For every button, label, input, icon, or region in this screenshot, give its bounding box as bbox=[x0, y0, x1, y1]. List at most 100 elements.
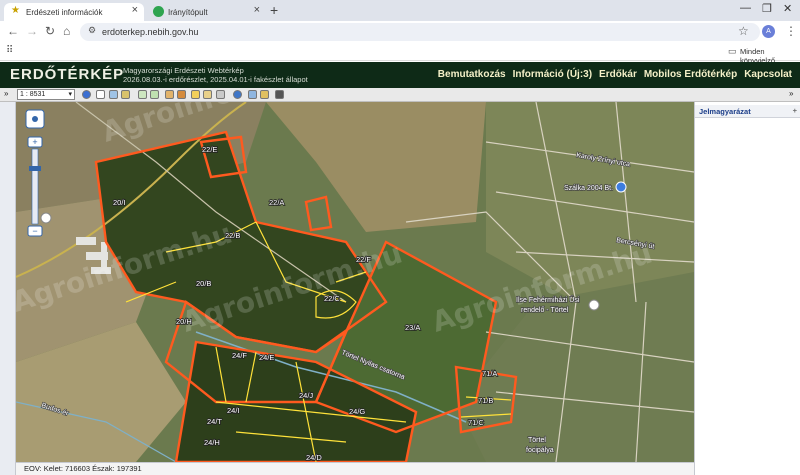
home-icon[interactable]: ⌂ bbox=[63, 24, 70, 38]
tab-title: Irányítópult bbox=[168, 7, 208, 17]
camera-icon[interactable] bbox=[275, 90, 284, 99]
zoom-slider-handle[interactable] bbox=[29, 166, 41, 171]
parcel-label[interactable]: 23/A bbox=[404, 322, 421, 333]
avatar[interactable]: A bbox=[762, 25, 775, 38]
home-extent-icon[interactable] bbox=[191, 90, 200, 99]
place-label: focipálya bbox=[526, 447, 554, 454]
parcel-label[interactable]: 71/A bbox=[481, 368, 498, 379]
parcel-label[interactable]: 24/F bbox=[231, 350, 248, 361]
location-pin-icon[interactable] bbox=[588, 299, 600, 311]
parcel-label[interactable]: 24/H bbox=[203, 437, 220, 448]
legend-panel: Jelmagyarázat + bbox=[694, 102, 800, 475]
star-favicon-icon: ★ bbox=[11, 5, 20, 16]
nav-kapcsolat[interactable]: Kapcsolat bbox=[744, 69, 792, 80]
nav-erdokar[interactable]: Erdőkár bbox=[599, 69, 637, 80]
back-icon[interactable]: ← bbox=[7, 24, 19, 38]
tab-iranyitopult[interactable]: Irányítópult × bbox=[146, 3, 266, 21]
parcel-label[interactable]: 24/G bbox=[348, 406, 366, 417]
parcel-label[interactable]: 71/B bbox=[477, 395, 494, 406]
parcel-label[interactable]: 22/A bbox=[268, 197, 285, 208]
location-pin-icon[interactable] bbox=[40, 212, 52, 224]
coordinate-status-bar: EOV: Kelet: 716603 Észak: 197391 bbox=[16, 462, 694, 475]
close-window-icon[interactable]: ✕ bbox=[783, 2, 792, 15]
minimize-icon[interactable]: — bbox=[740, 2, 751, 14]
parcel-label[interactable]: 20/H bbox=[175, 316, 192, 327]
map-canvas[interactable]: + − Agroinform.hu Agroinform.hu Agroinfo… bbox=[16, 102, 694, 462]
bookmarks-bar: ⠿ ▭ Minden könyvjelző bbox=[0, 43, 800, 65]
parcel-label[interactable]: 24/I bbox=[226, 405, 240, 416]
pan-center-icon bbox=[32, 116, 38, 122]
site-header: ERDŐTÉRKÉP Magyarországi Erdészeti Webté… bbox=[0, 62, 800, 88]
search-icon[interactable] bbox=[248, 90, 257, 99]
measure-line-icon[interactable] bbox=[138, 90, 147, 99]
place-label: Ilse Fehérmiházi Úsi bbox=[516, 295, 580, 304]
site-info-icon[interactable]: ⚙ bbox=[88, 25, 96, 36]
apps-grid-icon[interactable]: ⠿ bbox=[6, 45, 13, 56]
chevron-down-icon: ▾ bbox=[68, 91, 72, 98]
close-icon[interactable]: × bbox=[132, 4, 138, 16]
measure-area-icon[interactable] bbox=[150, 90, 159, 99]
subtitle-line1: Magyarországi Erdészeti Webtérkép bbox=[123, 66, 244, 75]
tab-erdeszeti[interactable]: ★ Erdészeti információk × bbox=[4, 3, 144, 21]
plus-icon: + bbox=[32, 137, 37, 147]
legend-header[interactable]: Jelmagyarázat + bbox=[695, 105, 800, 118]
menu-icon[interactable]: ⋮ bbox=[785, 24, 797, 38]
nav-mobilos[interactable]: Mobilos Erdőtérkép bbox=[644, 69, 737, 80]
tab-title: Erdészeti információk bbox=[26, 7, 103, 17]
parcel-label[interactable]: 22/F bbox=[355, 254, 372, 265]
place-label: Szálka 2004 Bt. bbox=[564, 185, 613, 192]
map-toolbar: » 1 : 8531 ▾ » bbox=[0, 88, 800, 102]
print-icon[interactable] bbox=[216, 90, 225, 99]
scale-value: 1 : 8531 bbox=[20, 91, 46, 98]
parcel-label[interactable]: 24/D bbox=[305, 452, 323, 462]
new-tab-icon[interactable]: + bbox=[270, 2, 278, 18]
restore-icon[interactable]: ❐ bbox=[762, 2, 772, 15]
collapse-right-icon[interactable]: » bbox=[789, 89, 793, 98]
pan-tool-icon[interactable] bbox=[96, 90, 105, 99]
top-navigation: Bemutatkozás Információ (Új:3) Erdőkár M… bbox=[438, 69, 792, 80]
parcel-label[interactable]: 20/B bbox=[195, 278, 212, 289]
left-side-strip bbox=[0, 102, 16, 475]
gps-icon[interactable] bbox=[260, 90, 269, 99]
select-tool-icon[interactable] bbox=[121, 90, 130, 99]
collapse-left-icon[interactable]: » bbox=[4, 89, 8, 98]
scale-select[interactable]: 1 : 8531 ▾ bbox=[17, 89, 75, 100]
site-subtitle: Magyarországi Erdészeti Webtérkép 2026.0… bbox=[123, 66, 308, 84]
parcel-label[interactable]: 22/C bbox=[323, 293, 341, 304]
nav-informacio[interactable]: Információ (Új:3) bbox=[513, 69, 592, 80]
expand-icon[interactable]: + bbox=[793, 106, 797, 115]
coordinate-readout: EOV: Kelet: 716603 Észak: 197391 bbox=[24, 464, 142, 473]
app-favicon-icon bbox=[153, 6, 164, 17]
zoom-tool-icon[interactable] bbox=[109, 90, 118, 99]
address-bar: ← → ↻ ⌂ ⚙ erdoterkep.nebih.gov.hu ☆ A ⋮ bbox=[0, 21, 800, 43]
subtitle-line2: 2026.08.03.-i erdőrészlet, 2025.04.01-i … bbox=[123, 75, 308, 84]
info-tool-icon[interactable] bbox=[82, 90, 91, 99]
forward-icon[interactable]: → bbox=[26, 24, 38, 38]
parcel-label[interactable]: 22/E bbox=[201, 144, 218, 155]
parcel-label[interactable]: 22/B bbox=[224, 230, 241, 241]
map-view[interactable]: + − Agroinform.hu Agroinform.hu Agroinfo… bbox=[16, 102, 694, 462]
browser-tab-bar: ★ Erdészeti információk × Irányítópult ×… bbox=[0, 0, 800, 21]
place-label: Törtel bbox=[528, 437, 546, 444]
zoom-slider[interactable] bbox=[31, 148, 39, 225]
location-pin-icon[interactable] bbox=[615, 181, 627, 193]
help-icon[interactable] bbox=[233, 90, 242, 99]
bookmark-star-icon[interactable]: ☆ bbox=[738, 24, 749, 38]
parcel-label[interactable]: 71/C bbox=[467, 417, 485, 428]
legend-title: Jelmagyarázat bbox=[699, 107, 751, 116]
folder-icon: ▭ bbox=[728, 46, 737, 56]
parcel-label[interactable]: 24/T bbox=[206, 416, 223, 427]
parcel-label[interactable]: 20/I bbox=[112, 197, 126, 208]
reload-icon[interactable]: ↻ bbox=[45, 24, 55, 38]
site-logo[interactable]: ERDŐTÉRKÉP bbox=[10, 66, 124, 83]
parcel-label[interactable]: 24/E bbox=[258, 352, 275, 363]
place-label: rendelő - Törtel bbox=[521, 307, 569, 314]
map-image-icon[interactable] bbox=[203, 90, 212, 99]
close-icon[interactable]: × bbox=[254, 4, 260, 16]
layers-icon[interactable] bbox=[177, 90, 186, 99]
url-field[interactable]: ⚙ erdoterkep.nebih.gov.hu bbox=[80, 23, 760, 41]
parcel-label[interactable]: 24/J bbox=[298, 390, 314, 401]
ruler-icon[interactable] bbox=[165, 90, 174, 99]
nav-bemutatkozas[interactable]: Bemutatkozás bbox=[438, 69, 506, 80]
minus-icon: − bbox=[32, 226, 37, 236]
